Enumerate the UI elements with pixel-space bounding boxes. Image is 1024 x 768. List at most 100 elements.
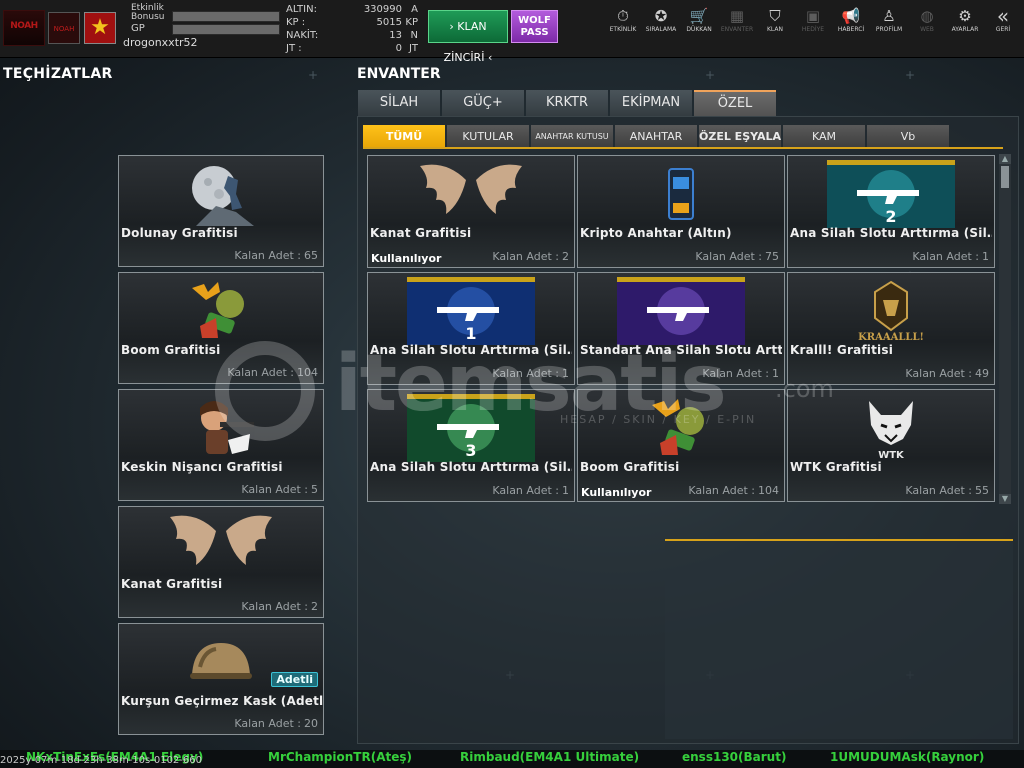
scroll-down-icon[interactable]: ▼ [999,494,1011,504]
player-name[interactable]: Rimbaud(EM4A1 Ultimate) [460,750,639,764]
nav-haberci[interactable]: 📢 HABERCİ [832,6,870,46]
item-detail-panel [665,539,1013,739]
nav-dukkan[interactable]: 🛒 DÜKKAN [680,6,718,46]
subtab-ozel-esyalar[interactable]: ÖZEL EŞYALAR [699,125,781,148]
slot-number: 3 [465,441,476,460]
item-name: Kanat Grafitisi [370,226,472,240]
currency-row-kp: KP :5015 KP [286,17,418,28]
item-count: Kalan Adet :1 [702,367,779,380]
item-name: Ana Silah Slotu Arttırma (Sil… [370,343,572,357]
decor-plus: + [705,68,716,82]
decor-plus: + [308,68,319,82]
item-count: Kalan Adet :20 [234,717,318,730]
helmet-image [119,624,323,700]
wolf-pass-button[interactable]: WOLF PASS [511,10,558,43]
nav-klan[interactable]: ⛉ KLAN [756,6,794,46]
gear-icon: ⚙ [958,7,972,25]
inventory-item[interactable]: Kanat Grafitisi Kullanılıyor Kalan Adet … [367,155,575,268]
profile-icon: ♙ [882,7,896,25]
item-count: Kalan Adet :2 [241,600,318,613]
item-count: Kalan Adet :49 [905,367,989,380]
inventory-title: ENVANTER [357,66,441,82]
item-count: Kalan Adet :1 [492,484,569,497]
equipment-slot[interactable]: Boom Grafitisi Kalan Adet :104 [118,272,324,384]
subtab-kutular[interactable]: KUTULAR [447,125,529,148]
nav-hediye[interactable]: ▣ HEDİYE [794,6,832,46]
tab-ekipman[interactable]: EKİPMAN [610,90,692,116]
item-name: Ana Silah Slotu Arttırma (Sil… [370,460,572,474]
inventory-item[interactable]: KRAAALLL! Kralll! Grafitisi Kalan Adet :… [787,272,995,385]
inventory-scrollbar[interactable]: ▲ ▼ [999,154,1011,504]
scroll-thumb[interactable] [1001,166,1009,188]
player-name[interactable]: 1UMUDUMAsk(Raynor) [830,750,984,764]
subtab-kam[interactable]: KAM [783,125,865,148]
main-nav: ⏱ ETKİNLİK ✪ SIRALAMA 🛒 DÜKKAN ▦ ENVANTER ⛉ K… [604,6,1022,46]
nav-ayarlar[interactable]: ⚙ AYARLAR [946,6,984,46]
timestamp: 2025y-07m-18d-23h-38m-10s-0102-660 [0,755,202,766]
tab-guc[interactable]: GÜÇ+ [442,90,524,116]
star-rank-icon: ★ [84,12,116,44]
back-icon: « [996,4,1010,28]
shield-icon: ⛉ [769,7,781,25]
decor-plus: + [905,68,916,82]
player-name[interactable]: enss130(Barut) [682,750,786,764]
tab-silah[interactable]: SİLAH [358,90,440,116]
top-bar: NOAH NOAH ★ Etkinlik Bonusu GP drogonxxt… [0,0,1024,64]
equipment-slot[interactable]: Adetli Kurşun Geçirmez Kask (Adetli) Kal… [118,623,324,735]
inventory-item[interactable]: Boom Grafitisi Kullanılıyor Kalan Adet :… [577,389,785,502]
nav-geri[interactable]: «GERİ [984,6,1022,46]
subtab-anahtar-kutusu[interactable]: ANAHTAR KUTUSU [531,125,613,148]
nav-profilm[interactable]: ♙ PROFİLM [870,6,908,46]
inventory-subtabs: TÜMÜ KUTULAR ANAHTAR KUTUSU ANAHTAR ÖZEL… [363,125,951,148]
weapon-slot-image: 2 [788,156,994,232]
equipment-slot[interactable]: Dolunay Grafitisi Kalan Adet :65 [118,155,324,267]
inventory-item[interactable]: Kripto Anahtar (Altın) Kalan Adet :75 [577,155,785,268]
megaphone-icon: 📢 [841,7,861,25]
tab-krktr[interactable]: KRKTR [526,90,608,116]
nav-envanter[interactable]: ▦ ENVANTER [718,6,756,46]
item-count: Kalan Adet :104 [227,366,318,379]
item-name: Kralll! Grafitisi [790,343,894,357]
boom-graffiti-image [578,390,784,466]
gold-key-image [578,156,784,232]
equipment-slot[interactable]: Kanat Grafitisi Kalan Adet :2 [118,506,324,618]
inventory-item[interactable]: WTK WTK Grafitisi Kalan Adet :55 [787,389,995,502]
sniper-graffiti-image [119,390,323,466]
tab-ozel[interactable]: ÖZEL [694,90,776,116]
stopwatch-icon: ⏱ [617,7,629,25]
slot-number: 1 [465,324,476,343]
currency-row-nakit: NAKİT: 13 N [286,30,418,41]
username: drogonxxtr52 [123,36,198,49]
scroll-up-icon[interactable]: ▲ [999,154,1011,164]
item-name: Standart Ana Silah Slotu Artt… [580,343,782,357]
item-count: Kalan Adet :75 [695,250,779,263]
subtab-vb[interactable]: Vb [867,125,949,148]
clan-chain-button[interactable]: › KLAN ZİNCİRİ ‹ [428,10,508,64]
item-name: Boom Grafitisi [121,343,221,357]
inventory-item[interactable]: 2 Ana Silah Slotu Arttırma (Sil… Kalan A… [787,155,995,268]
nav-siralama[interactable]: ✪ SIRALAMA [642,6,680,46]
inventory-item[interactable]: 3 Ana Silah Slotu Arttırma (Sil… Kalan A… [367,389,575,502]
inventory-item[interactable]: 1 Ana Silah Slotu Arttırma (Sil… Kalan A… [367,272,575,385]
subtab-anahtar[interactable]: ANAHTAR [615,125,697,148]
inventory-tabs: SİLAH GÜÇ+ KRKTR EKİPMAN ÖZEL [358,90,778,116]
item-name: Ana Silah Slotu Arttırma (Sil… [790,226,992,240]
currency-panel: ALTIN: 330990 A KP :5015 KP NAKİT: 13 N JT :0… [284,4,420,56]
cart-icon: 🛒 [689,7,709,25]
adetli-badge: Adetli [271,672,318,687]
clan-emblem[interactable]: NOAH [48,12,80,44]
equipment-slot[interactable]: Keskin Nişancı Grafitisi Kalan Adet :5 [118,389,324,501]
equipment-title: TEÇHİZATLAR [3,66,113,82]
nav-web[interactable]: ◍ WEB [908,6,946,46]
medal-icon: ✪ [654,7,668,25]
subtab-tumu[interactable]: TÜMÜ [363,125,445,148]
nav-etkinlik[interactable]: ⏱ ETKİNLİK [604,6,642,46]
item-name: Dolunay Grafitisi [121,226,238,240]
weapon-slot-image [578,273,784,349]
item-name: Kanat Grafitisi [121,577,223,591]
currency-row-jt: JT :0 JT [286,43,418,54]
inventory-item[interactable]: Standart Ana Silah Slotu Artt… Kalan Ade… [577,272,785,385]
event-bonus-bar [172,11,280,22]
in-use-label: Kullanılıyor [371,252,442,265]
player-name[interactable]: MrChampionTR(Ateş) [268,750,412,764]
